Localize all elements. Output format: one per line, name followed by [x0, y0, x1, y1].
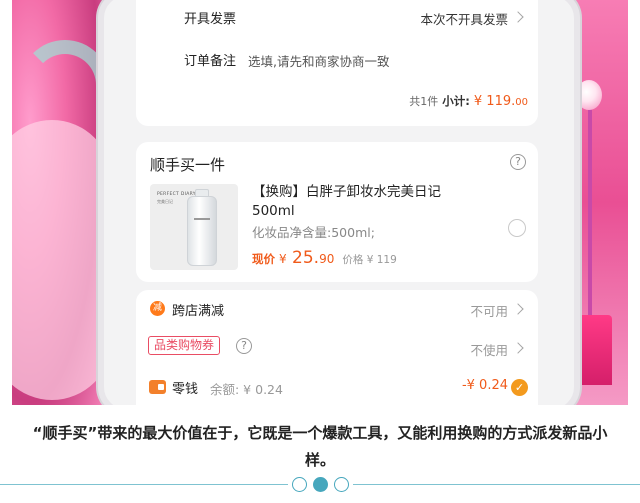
- subtotal-amount: ¥ 119.00: [474, 94, 528, 109]
- item-count: 共1件: [409, 95, 439, 108]
- now-price: ¥ 25.90: [279, 248, 334, 268]
- pager-line-left: [0, 484, 288, 485]
- change-deduct: -¥ 0.24: [461, 378, 508, 393]
- change-label: 零钱: [172, 382, 199, 397]
- select-radio[interactable]: [508, 219, 526, 237]
- help-icon[interactable]: ?: [510, 154, 526, 170]
- product-image[interactable]: PERFECT DIARY 完美日记: [150, 184, 238, 270]
- addon-card: 顺手买一件 ? PERFECT DIARY 完美日记 【换购】白胖子卸妆水完美日…: [136, 142, 538, 282]
- invoice-label: 开具发票: [184, 12, 237, 27]
- now-price-dec: 90: [319, 252, 335, 266]
- now-price-int: 25.: [292, 248, 320, 268]
- now-price-label: 现价: [252, 252, 275, 266]
- bottle-label: [194, 218, 210, 220]
- left-decoration: [12, 0, 112, 405]
- invoice-value[interactable]: 本次不开具发票: [420, 9, 508, 28]
- cross-store-label: 跨店满减: [172, 304, 225, 319]
- hero-image: 开具发票 本次不开具发票 订单备注 选填,请先和商家协商一致 共1件 小计: ¥…: [12, 0, 628, 405]
- bottle: [187, 196, 217, 266]
- pager-dot-2[interactable]: [313, 477, 328, 492]
- addon-title: 顺手买一件: [150, 156, 226, 174]
- product-spec: 化妆品净含量:500ml;: [252, 225, 375, 240]
- wallet-icon: [149, 380, 166, 394]
- coupon-value[interactable]: 不使用: [470, 340, 508, 359]
- lamp-wire: [588, 90, 592, 320]
- chevron-right-icon[interactable]: [512, 303, 524, 315]
- order-subtotal: 共1件 小计: ¥ 119.00: [409, 93, 528, 109]
- change-balance: 余额: ¥ 0.24: [210, 382, 283, 397]
- pager-dot-1[interactable]: [292, 477, 307, 492]
- pager-dot-3[interactable]: [334, 477, 349, 492]
- cross-store-value[interactable]: 不可用: [470, 301, 508, 320]
- coupon-tag: 品类购物券: [148, 336, 221, 355]
- check-icon[interactable]: ✓: [511, 379, 528, 396]
- order-settings-card: 开具发票 本次不开具发票 订单备注 选填,请先和商家协商一致 共1件 小计: ¥…: [136, 0, 538, 126]
- chevron-right-icon[interactable]: [512, 342, 524, 354]
- caption-text: “顺手买”带来的最大价值在于，它既是一个爆款工具，又能利用换购的方式派发新品小样…: [32, 424, 608, 469]
- remark-input[interactable]: 选填,请先和商家协商一致: [248, 51, 389, 70]
- discount-icon: 减: [150, 301, 165, 316]
- pager-line-right: [353, 484, 640, 485]
- phone-screen: 开具发票 本次不开具发票 订单备注 选填,请先和商家协商一致 共1件 小计: ¥…: [98, 0, 580, 405]
- original-price: 价格 ¥ 119: [342, 254, 397, 266]
- remark-label: 订单备注: [184, 54, 237, 69]
- chevron-right-icon[interactable]: [512, 11, 524, 23]
- currency: ¥: [279, 252, 287, 266]
- price-row: 现价 ¥ 25.90 价格 ¥ 119: [252, 248, 397, 268]
- subtotal-int: ¥ 119.: [473, 94, 516, 109]
- product-brand-cn: 完美日记: [157, 199, 173, 204]
- pager: [0, 477, 640, 493]
- help-icon[interactable]: ?: [236, 338, 252, 354]
- product-name[interactable]: 【换购】白胖子卸妆水完美日记500ml: [252, 183, 482, 221]
- subtotal-dec: 00: [515, 97, 528, 108]
- subtotal-label: 小计:: [442, 94, 470, 108]
- discount-card: 减 跨店满减 不可用 品类购物券 ? 不使用 零钱 余额: ¥ 0.24 -¥ …: [136, 290, 538, 405]
- decor-wave: [20, 40, 110, 340]
